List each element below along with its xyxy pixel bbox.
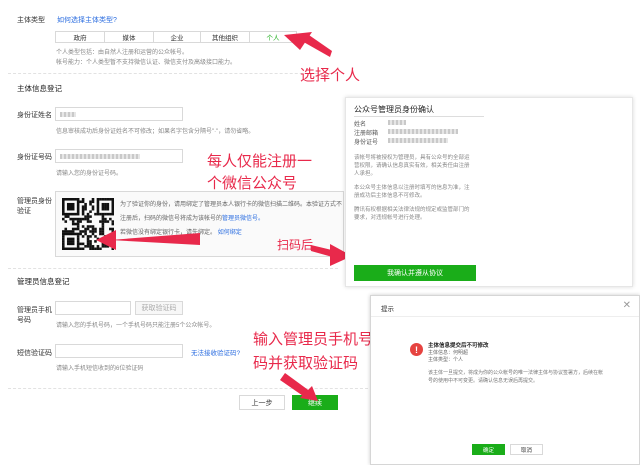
dialog-subject-type: 主体类型：个人 (428, 357, 464, 363)
dialog-close-icon[interactable]: ✕ (623, 300, 631, 311)
confirm-agree-button[interactable]: 我确认并遵从协议 (354, 265, 476, 281)
identity-confirm-panel: 公众号管理员身份确认 姓名 注册邮箱 身份证号 该帐号将被授权为管理员，具有公众… (345, 97, 633, 287)
confirm-name-label: 姓名 (354, 122, 367, 128)
dialog-body: 该主体一旦提交，将成为你的公众帐号的唯一法律主体与协议签署方，后续在帐号的使用中… (428, 370, 604, 384)
confirm-bullet-3: 腾讯有权根据相关法律法规的规定或监管部门的要求，对违规帐号进行处理。 (354, 207, 470, 221)
dialog-subject-info: 主体信息：何明超 (428, 350, 469, 356)
confirm-bullet-1: 该帐号将被授权为管理员，具有公众号的全部运营权限，请确认信息真实有效，相关责任由… (354, 155, 470, 177)
tip-dialog: 提示 ✕ ! 主体信息提交后不可修改 主体信息：何明超 主体类型：个人 该主体一… (370, 295, 640, 465)
divider (371, 316, 639, 317)
arrowhead-qr-icon (96, 230, 116, 250)
dialog-title: 提示 (381, 306, 394, 313)
masked-confirm-id (388, 138, 448, 143)
arrow-to-qr-icon (110, 233, 200, 245)
dialog-ok-button[interactable]: 确定 (472, 444, 505, 455)
masked-confirm-email (388, 129, 458, 134)
confirm-bullet-2: 本公众号主体信息以注册时填写的信息为准，注册成功后主体信息不可修改。 (354, 185, 470, 199)
masked-confirm-name (388, 120, 406, 125)
dialog-cancel-button[interactable]: 取消 (510, 444, 543, 455)
dialog-heading: 主体信息提交后不可修改 (428, 343, 489, 349)
confirm-panel-title: 公众号管理员身份确认 (354, 105, 434, 114)
warning-icon: ! (410, 343, 423, 356)
confirm-id-label: 身份证号 (354, 140, 379, 146)
confirm-bullets: 该帐号将被授权为管理员，具有公众号的全部运营权限，请确认信息真实有效，相关责任由… (354, 154, 472, 257)
divider (354, 116, 484, 117)
confirm-email-label: 注册邮箱 (354, 131, 379, 137)
